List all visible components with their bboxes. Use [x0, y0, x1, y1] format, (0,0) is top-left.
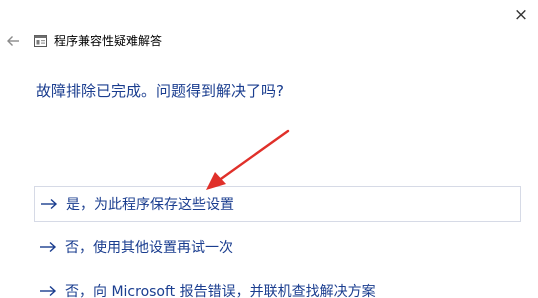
right-arrow-icon [40, 241, 57, 253]
option-label: 否，使用其他设置再试一次 [65, 240, 233, 256]
result-question: 故障排除已完成。问题得到解决了吗? [36, 82, 284, 100]
option-try-other-settings[interactable]: 否，使用其他设置再试一次 [34, 229, 521, 265]
option-label: 是，为此程序保存这些设置 [66, 197, 234, 213]
option-save-settings[interactable]: 是，为此程序保存这些设置 [34, 186, 521, 222]
window-title: 程序兼容性疑难解答 [54, 34, 163, 48]
troubleshooter-window: × 程序兼容性疑难解答 故障排除已完成。问题得到解决了吗? 是，为此程序保存这些… [0, 0, 538, 298]
close-icon: × [513, 5, 529, 25]
title-bar: 程序兼容性疑难解答 [0, 30, 538, 54]
back-arrow-icon[interactable] [6, 33, 20, 49]
troubleshooter-app-icon [34, 35, 47, 47]
right-arrow-icon [41, 198, 58, 210]
close-button[interactable]: × [504, 0, 538, 30]
option-report-to-microsoft[interactable]: 否，向 Microsoft 报告错误，并联机查找解决方案 [34, 273, 521, 298]
option-label: 否，向 Microsoft 报告错误，并联机查找解决方案 [65, 284, 376, 298]
right-arrow-icon [40, 285, 57, 297]
